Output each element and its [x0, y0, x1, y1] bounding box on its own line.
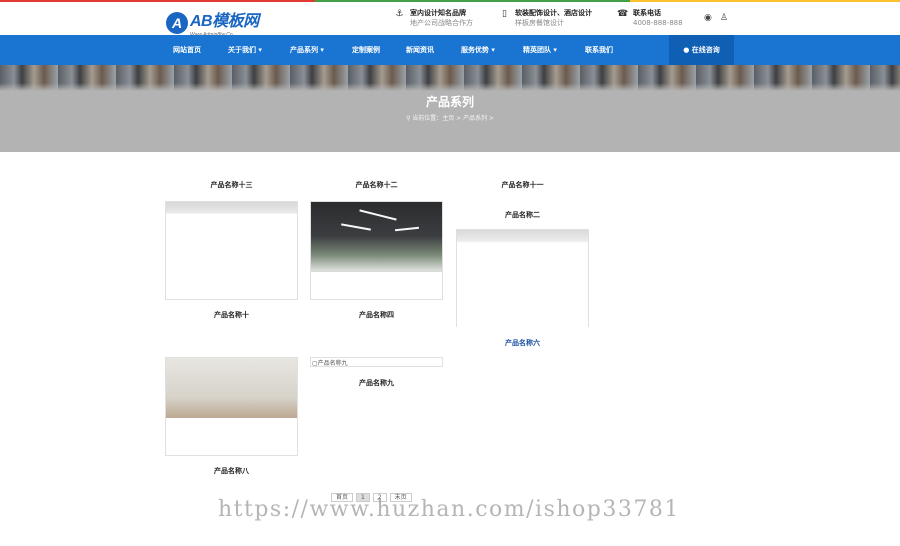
breadcrumb: ⚲ 当前位置：主页 > 产品系列 >	[0, 113, 900, 122]
product-name[interactable]: 产品名称二	[456, 210, 589, 220]
nav-item-team[interactable]: 精英团队 ▾	[523, 35, 557, 65]
banner-image	[0, 65, 900, 91]
nav-item-products[interactable]: 产品系列 ▾	[290, 35, 324, 65]
header-info-sub: 4008-888-888	[633, 19, 683, 27]
ceiling-light	[341, 223, 371, 231]
online-consult-button[interactable]: ● 在线咨询	[669, 35, 734, 65]
header-info-phone: ☎ 联系电话 4008-888-888	[617, 8, 683, 28]
anchor-icon: ⚓	[395, 9, 404, 19]
site-header: A AB模板网 Www.Admin8by.Cn ⚓ 室内设计知名品牌 地产公司战…	[0, 2, 900, 38]
chat-bubble-icon: ●	[683, 46, 692, 54]
breadcrumb-prefix: 当前位置：	[412, 115, 443, 122]
nav-item-about[interactable]: 关于我们 ▾	[228, 35, 262, 65]
product-image[interactable]	[310, 201, 443, 300]
main-nav: 网站首页 关于我们 ▾ 产品系列 ▾ 定制案例 新闻资讯 服务优势 ▾ 精英团队…	[0, 35, 900, 65]
product-name[interactable]: 产品名称十三	[165, 180, 298, 190]
nav-item-home[interactable]: 网站首页	[173, 35, 201, 65]
product-image[interactable]	[456, 229, 589, 327]
product-image[interactable]	[165, 357, 298, 456]
nav-item-services[interactable]: 服务优势 ▾	[461, 35, 495, 65]
nav-item-contact[interactable]: 联系我们	[585, 35, 613, 65]
product-card-12[interactable]: 产品名称十二 产品名称四	[310, 180, 443, 320]
product-name[interactable]: 产品名称八	[165, 466, 298, 476]
site-logo[interactable]: A AB模板网 Www.Admin8by.Cn	[166, 7, 259, 38]
watermark-text: https://www.huzhan.com/ishop33781	[218, 497, 680, 522]
product-image-broken[interactable]: ▢产品名称九	[310, 357, 443, 367]
header-info-title: 联系电话	[633, 9, 661, 17]
image-blank-area	[311, 272, 442, 299]
product-name[interactable]: 产品名称十二	[310, 180, 443, 190]
header-info-brand: ⚓ 室内设计知名品牌 地产公司战略合作方	[394, 8, 473, 28]
ceiling-light	[394, 226, 420, 232]
qq-icon[interactable]: ♙	[720, 13, 728, 23]
product-card-13[interactable]: 产品名称十三 产品名称十	[165, 180, 298, 320]
product-name[interactable]: 产品名称十一	[456, 180, 589, 190]
nav-item-news[interactable]: 新闻资讯	[406, 35, 434, 65]
product-name[interactable]: 产品名称九	[310, 378, 443, 388]
broken-image-alt: ▢产品名称九	[312, 358, 348, 367]
broken-image-alt-text: 产品名称九	[317, 360, 348, 367]
product-name[interactable]: 产品名称四	[310, 310, 443, 320]
phone-device-icon: ▯	[502, 9, 507, 19]
page-banner: 产品系列 ⚲ 当前位置：主页 > 产品系列 >	[0, 65, 900, 152]
header-info-title: 软装配饰设计、酒店设计	[515, 9, 592, 17]
product-card-8[interactable]: 产品名称八	[165, 357, 298, 477]
breadcrumb-path[interactable]: 主页 > 产品系列 >	[442, 115, 494, 122]
logo-title: AB模板网	[190, 13, 259, 30]
social-links: ◉ ♙	[704, 13, 728, 23]
product-name-link[interactable]: 产品名称六	[456, 338, 589, 348]
logo-badge-icon: A	[166, 11, 188, 34]
header-info-sub: 样板房餐馆设计	[515, 19, 564, 27]
product-card-9[interactable]: ▢产品名称九 产品名称九	[310, 357, 443, 397]
nav-item-cases[interactable]: 定制案例	[352, 35, 380, 65]
product-image[interactable]	[165, 201, 298, 300]
product-name[interactable]: 产品名称十	[165, 310, 298, 320]
page-title: 产品系列	[425, 95, 474, 109]
weibo-icon[interactable]: ◉	[704, 13, 712, 23]
phone-icon: ☎	[617, 9, 629, 19]
ceiling-light	[359, 209, 397, 221]
online-consult-label: 在线咨询	[691, 46, 720, 54]
header-info-sub: 地产公司战略合作方	[410, 19, 473, 27]
header-info-title: 室内设计知名品牌	[410, 9, 466, 17]
product-card-11[interactable]: 产品名称十一 产品名称二 产品名称六	[456, 180, 589, 348]
image-blank-area	[166, 418, 297, 455]
header-info-design: ▯ 软装配饰设计、酒店设计 样板房餐馆设计	[499, 8, 592, 28]
